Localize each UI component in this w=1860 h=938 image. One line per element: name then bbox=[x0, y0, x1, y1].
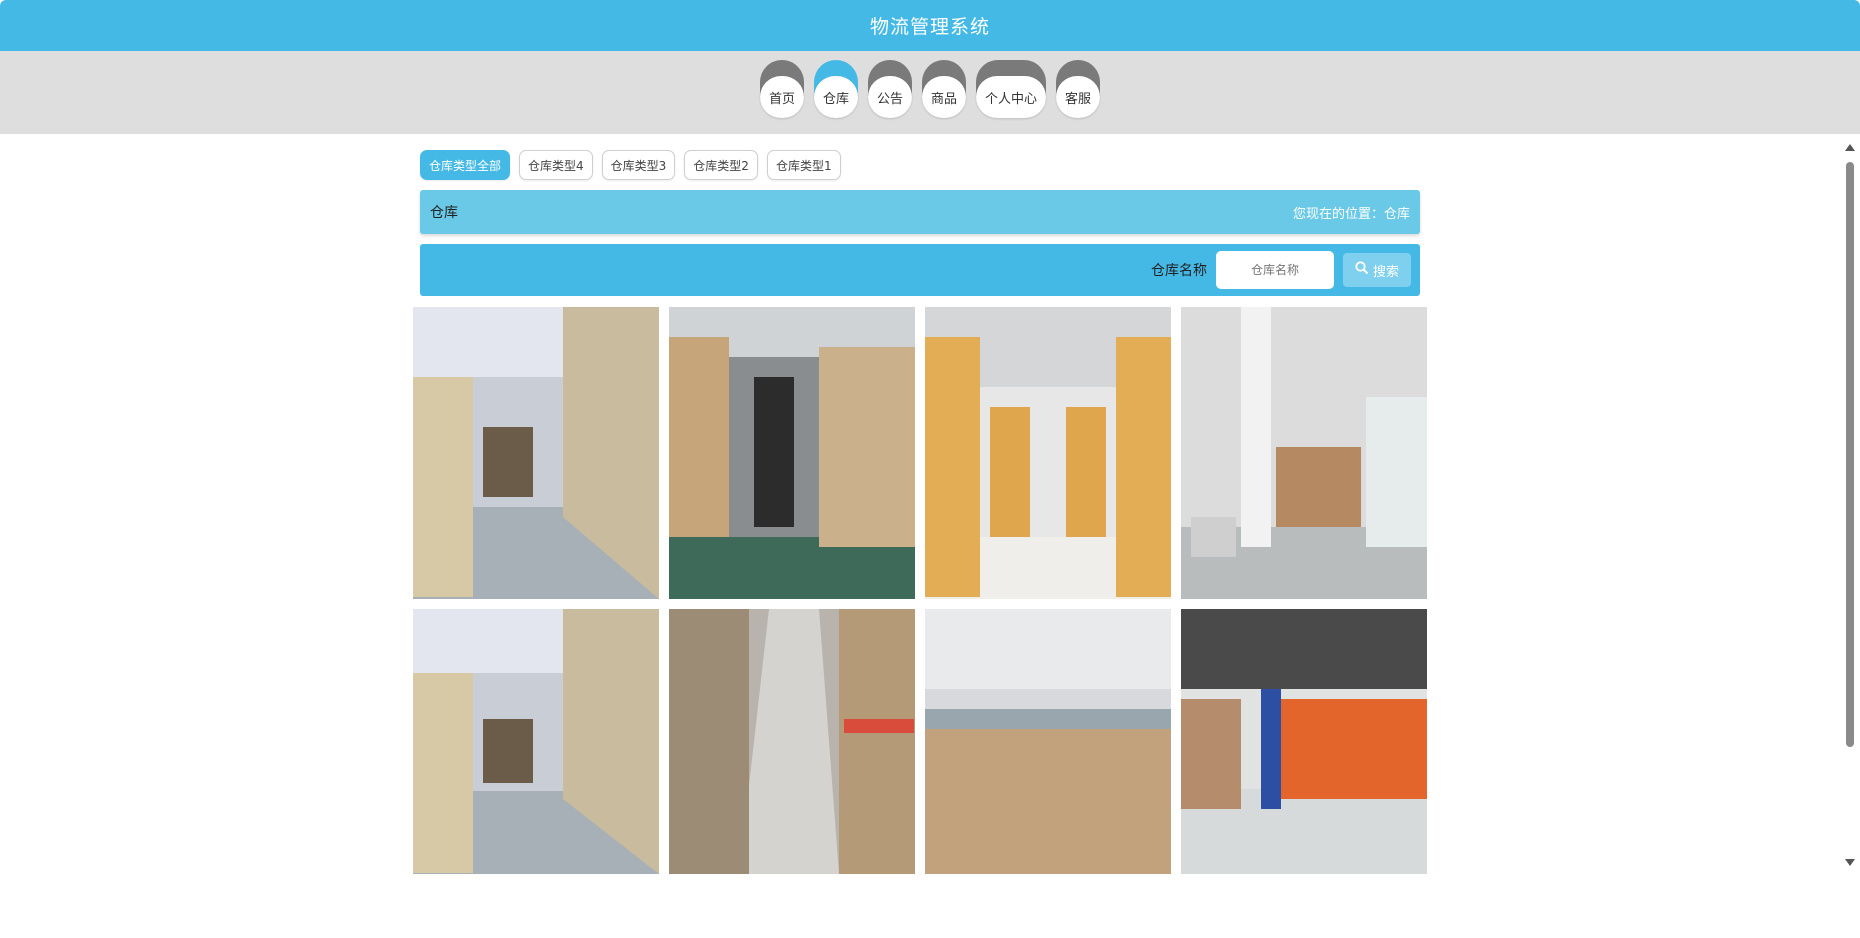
search-icon bbox=[1355, 261, 1369, 279]
main-nav: 首页 仓库 公告 商品 个人中心 客服 bbox=[0, 60, 1860, 118]
warehouse-card[interactable] bbox=[669, 307, 915, 599]
warehouse-card[interactable] bbox=[413, 307, 659, 599]
search-label: 仓库名称 bbox=[1150, 263, 1207, 279]
current-location: 您现在的位置：仓库 bbox=[1292, 206, 1410, 222]
warehouse-gallery bbox=[413, 307, 1428, 884]
filter-chip-type2[interactable]: 仓库类型2 bbox=[684, 150, 758, 180]
warehouse-card[interactable] bbox=[925, 307, 1171, 599]
search-bar: 仓库名称 搜索 bbox=[420, 244, 1420, 296]
warehouse-photo bbox=[413, 307, 659, 599]
nav-item-label: 仓库 bbox=[814, 76, 858, 118]
filter-chip-type4[interactable]: 仓库类型4 bbox=[519, 150, 593, 180]
scroll-down-arrow-icon[interactable] bbox=[1845, 859, 1855, 866]
scroll-up-arrow-icon[interactable] bbox=[1845, 144, 1855, 151]
warehouse-photo bbox=[1181, 609, 1427, 874]
warehouse-photo bbox=[669, 307, 915, 599]
nav-item-goods[interactable]: 商品 bbox=[922, 60, 966, 118]
nav-item-label: 个人中心 bbox=[976, 76, 1046, 118]
breadcrumb: 仓库 您现在的位置：仓库 bbox=[420, 190, 1420, 234]
page-title: 仓库 bbox=[430, 205, 458, 221]
nav-item-notice[interactable]: 公告 bbox=[868, 60, 912, 118]
search-input[interactable] bbox=[1215, 251, 1334, 289]
nav-item-label: 商品 bbox=[922, 76, 966, 118]
warehouse-photo bbox=[669, 609, 915, 874]
scrollbar-thumb[interactable] bbox=[1846, 162, 1854, 747]
type-filter-row: 仓库类型全部 仓库类型4 仓库类型3 仓库类型2 仓库类型1 bbox=[420, 150, 1420, 180]
warehouse-card[interactable] bbox=[1181, 609, 1427, 874]
nav-item-label: 公告 bbox=[868, 76, 912, 118]
filter-chip-all[interactable]: 仓库类型全部 bbox=[420, 150, 511, 180]
warehouse-photo bbox=[1181, 307, 1427, 599]
main-content: 仓库类型全部 仓库类型4 仓库类型3 仓库类型2 仓库类型1 仓库 您现在的位置… bbox=[420, 150, 1420, 296]
search-button-label: 搜索 bbox=[1372, 264, 1399, 280]
nav-item-personal-center[interactable]: 个人中心 bbox=[976, 60, 1046, 118]
nav-item-customer-service[interactable]: 客服 bbox=[1056, 60, 1100, 118]
scrollbar[interactable] bbox=[1843, 140, 1857, 870]
warehouse-photo bbox=[413, 609, 659, 874]
search-button[interactable]: 搜索 bbox=[1342, 253, 1411, 287]
warehouse-card[interactable] bbox=[925, 609, 1171, 874]
nav-item-label: 首页 bbox=[760, 76, 804, 118]
warehouse-photo bbox=[925, 307, 1171, 599]
warehouse-photo bbox=[925, 609, 1171, 874]
header-bar: 物流管理系统 bbox=[0, 0, 1860, 51]
warehouse-card[interactable] bbox=[1181, 307, 1427, 599]
nav-item-home[interactable]: 首页 bbox=[760, 60, 804, 118]
filter-chip-type3[interactable]: 仓库类型3 bbox=[601, 150, 676, 180]
warehouse-card[interactable] bbox=[413, 609, 659, 874]
nav-item-label: 客服 bbox=[1056, 76, 1100, 118]
warehouse-card[interactable] bbox=[669, 609, 915, 874]
filter-chip-type1[interactable]: 仓库类型1 bbox=[766, 150, 841, 180]
app-title: 物流管理系统 bbox=[869, 16, 990, 38]
nav-item-warehouse[interactable]: 仓库 bbox=[814, 60, 858, 118]
